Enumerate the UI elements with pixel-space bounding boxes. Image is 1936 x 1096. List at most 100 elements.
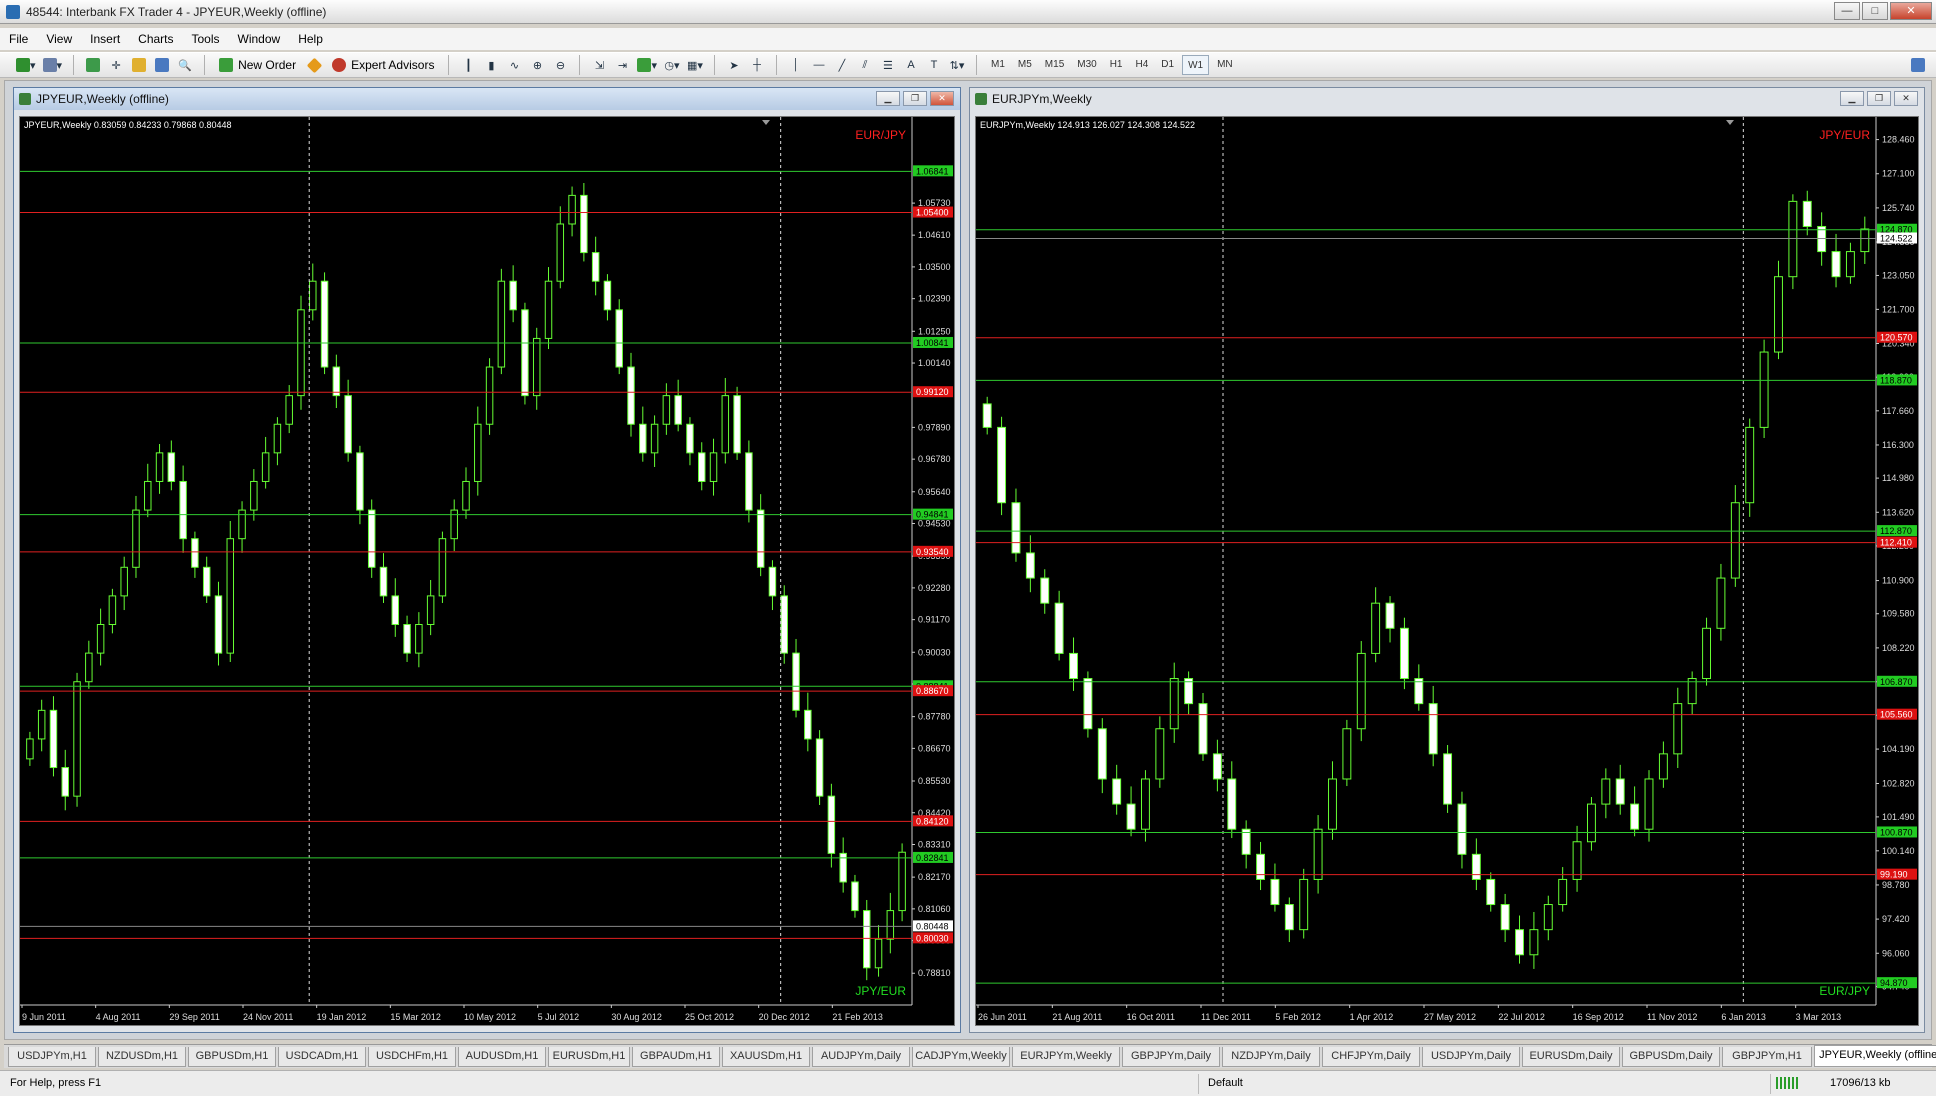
chart-tab[interactable]: GBPAUDm,H1 — [632, 1047, 720, 1067]
timeframe-m1[interactable]: M1 — [986, 55, 1010, 75]
candle-body — [1356, 652, 1366, 730]
candle-body — [874, 938, 883, 969]
chart-window-title[interactable]: EURJPYm,Weekly ▁ ❐ ✕ — [970, 88, 1924, 110]
candle-body — [815, 738, 824, 797]
red-level-label: 99.190 — [1880, 870, 1908, 880]
market-watch-icon[interactable] — [83, 55, 103, 75]
new-chart-icon[interactable]: ▾ — [14, 55, 38, 75]
chart-restore-button[interactable]: ❐ — [903, 91, 927, 106]
chart-workspace: JPYEUR,Weekly (offline) ▁ ❐ ✕ JPYEUR,Wee… — [4, 80, 1932, 1040]
timeframe-m30[interactable]: M30 — [1072, 55, 1101, 75]
zoom-out-icon[interactable]: ⊖ — [550, 55, 570, 75]
line-chart-icon[interactable]: ∿ — [504, 55, 524, 75]
candle-body — [1673, 703, 1683, 755]
chart-tab[interactable]: EURJPYm,Weekly — [1012, 1047, 1120, 1067]
chart-tab[interactable]: CHFJPYm,Daily — [1322, 1047, 1420, 1067]
crosshair-icon[interactable]: ┼ — [747, 55, 767, 75]
chart-minimize-button[interactable]: ▁ — [876, 91, 900, 106]
data-window-icon[interactable]: ✛ — [106, 55, 126, 75]
templates-icon[interactable]: ▦▾ — [685, 55, 705, 75]
candle-body — [1328, 778, 1337, 830]
chart-canvas[interactable]: JPYEUR,Weekly 0.83059 0.84233 0.79868 0.… — [20, 117, 954, 1025]
chart-tab[interactable]: GBPJPYm,H1 — [1722, 1047, 1812, 1067]
help-icon[interactable] — [1908, 55, 1928, 75]
candle-body — [1155, 728, 1165, 780]
chart-tab[interactable]: JPYEUR,Weekly (offline) — [1814, 1045, 1936, 1067]
chart-restore-button[interactable]: ❐ — [1867, 91, 1891, 106]
cursor-icon[interactable]: ➤ — [724, 55, 744, 75]
chart-window-jpyeur[interactable]: JPYEUR,Weekly (offline) ▁ ❐ ✕ JPYEUR,Wee… — [13, 87, 961, 1033]
expert-advisors-button[interactable]: Expert Advisors — [327, 55, 439, 75]
indicators-icon[interactable]: ▾ — [635, 55, 659, 75]
price-chart-jpyeur[interactable]: JPYEUR,Weekly 0.83059 0.84233 0.79868 0.… — [19, 116, 955, 1026]
close-button[interactable]: ✕ — [1890, 2, 1932, 20]
chart-tab[interactable]: AUDUSDm,H1 — [458, 1047, 546, 1067]
chart-tab[interactable]: AUDJPYm,Daily — [812, 1047, 910, 1067]
chart-tab[interactable]: GBPUSDm,H1 — [188, 1047, 276, 1067]
candlesticks-icon[interactable]: ▮ — [481, 55, 501, 75]
text-tool-icon[interactable]: A — [901, 55, 921, 75]
chart-window-eurjpym[interactable]: EURJPYm,Weekly ▁ ❐ ✕ EURJPYm,Weekly 124.… — [969, 87, 1925, 1033]
metaeditor-icon[interactable] — [304, 55, 324, 75]
menu-file[interactable]: File — [0, 28, 37, 50]
chart-tab[interactable]: USDJPYm,H1 — [8, 1047, 96, 1067]
menu-view[interactable]: View — [37, 28, 81, 50]
chart-tab[interactable]: GBPJPYm,Daily — [1122, 1047, 1220, 1067]
chart-tab[interactable]: NZDJPYm,Daily — [1222, 1047, 1320, 1067]
chart-tab[interactable]: EURUSDm,Daily — [1522, 1047, 1620, 1067]
chart-close-button[interactable]: ✕ — [1894, 91, 1918, 106]
chart-tab[interactable]: USDCADm,H1 — [278, 1047, 366, 1067]
menu-charts[interactable]: Charts — [129, 28, 182, 50]
chart-window-title[interactable]: JPYEUR,Weekly (offline) ▁ ❐ ✕ — [14, 88, 960, 110]
maximize-button[interactable]: □ — [1862, 2, 1888, 20]
chart-close-button[interactable]: ✕ — [930, 91, 954, 106]
bar-chart-icon[interactable]: ┃ — [458, 55, 478, 75]
new-order-button[interactable]: New Order — [214, 55, 301, 75]
horizontal-line-icon[interactable]: — — [809, 55, 829, 75]
chart-shift-icon[interactable]: ⇥ — [612, 55, 632, 75]
zoom-in-icon[interactable]: ⊕ — [527, 55, 547, 75]
price-chart-eurjpym[interactable]: EURJPYm,Weekly 124.913 126.027 124.308 1… — [975, 116, 1919, 1026]
timeframe-w1[interactable]: W1 — [1182, 55, 1210, 75]
timeframe-m15[interactable]: M15 — [1040, 55, 1069, 75]
auto-scroll-icon[interactable]: ⇲ — [589, 55, 609, 75]
profiles-icon[interactable]: ▾ — [41, 55, 65, 75]
timeframe-m5[interactable]: M5 — [1013, 55, 1037, 75]
text-label-icon[interactable]: T — [924, 55, 944, 75]
menu-insert[interactable]: Insert — [81, 28, 129, 50]
price-tick-label: 0.82170 — [918, 872, 951, 882]
candle-body — [982, 403, 992, 428]
trendline-icon[interactable]: ╱ — [832, 55, 852, 75]
terminal-icon[interactable] — [152, 55, 172, 75]
green-level-label: 118.870 — [1880, 375, 1912, 385]
fibonacci-icon[interactable]: ☰ — [878, 55, 898, 75]
chart-tab[interactable]: USDJPYm,Daily — [1422, 1047, 1520, 1067]
periods-icon[interactable]: ◷▾ — [662, 55, 682, 75]
chart-canvas[interactable]: EURJPYm,Weekly 124.913 126.027 124.308 1… — [976, 117, 1918, 1025]
chart-tab[interactable]: NZDUSDm,H1 — [98, 1047, 186, 1067]
chart-tab[interactable]: GBPUSDm,Daily — [1622, 1047, 1720, 1067]
red-level-label: 112.410 — [1880, 538, 1912, 548]
menu-help[interactable]: Help — [289, 28, 332, 50]
chart-tab[interactable]: EURUSDm,H1 — [548, 1047, 630, 1067]
timeframe-d1[interactable]: D1 — [1156, 55, 1179, 75]
green-level-label: 0.94841 — [916, 510, 949, 520]
equidistant-channel-icon[interactable]: ⫽ — [855, 55, 875, 75]
chart-tab[interactable]: XAUUSDm,H1 — [722, 1047, 810, 1067]
chart-tab[interactable]: USDCHFm,H1 — [368, 1047, 456, 1067]
candle-body — [1097, 728, 1107, 780]
chart-minimize-button[interactable]: ▁ — [1840, 91, 1864, 106]
timeframe-h1[interactable]: H1 — [1105, 55, 1128, 75]
timeframe-mn[interactable]: MN — [1212, 55, 1238, 75]
vertical-line-icon[interactable]: │ — [786, 55, 806, 75]
arrows-icon[interactable]: ⇅▾ — [947, 55, 967, 75]
minimize-button[interactable]: — — [1834, 2, 1860, 20]
candle-body — [1586, 803, 1596, 843]
menu-window[interactable]: Window — [229, 28, 290, 50]
chart-tab[interactable]: CADJPYm,Weekly — [912, 1047, 1010, 1067]
status-help-text: For Help, press F1 — [10, 1077, 102, 1089]
strategy-tester-icon[interactable]: 🔍 — [175, 55, 195, 75]
navigator-icon[interactable] — [129, 55, 149, 75]
timeframe-h4[interactable]: H4 — [1131, 55, 1154, 75]
menu-tools[interactable]: Tools — [183, 28, 229, 50]
